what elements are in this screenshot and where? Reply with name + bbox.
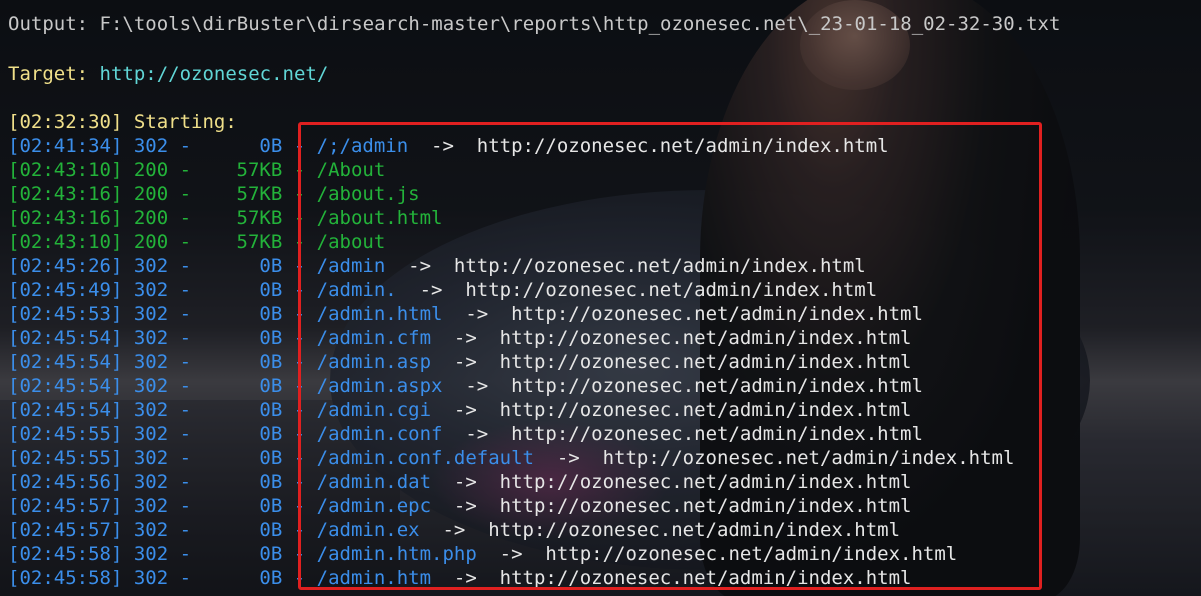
row-sep: - [168, 183, 203, 205]
row-time: [02:43:16] [8, 207, 123, 229]
row-status: 200 [133, 159, 169, 181]
row-sep: - [168, 303, 203, 325]
row-size: 57KB [236, 159, 283, 181]
row-status: 302 [133, 303, 169, 325]
row-time: [02:43:16] [8, 183, 123, 205]
row-time: [02:43:10] [8, 231, 123, 253]
row-time: [02:45:55] [8, 423, 123, 445]
row-time: [02:45:55] [8, 447, 123, 469]
row-time: [02:43:10] [8, 159, 123, 181]
row-sep: - [168, 255, 203, 277]
row-sep: - [168, 423, 203, 445]
row-status: 302 [133, 279, 169, 301]
row-size: 0B [259, 135, 283, 157]
row-time: [02:45:56] [8, 471, 123, 493]
output-line: Output: F:\tools\dirBuster\dirsearch-mas… [8, 12, 1060, 36]
row-time: [02:45:53] [8, 303, 123, 325]
row-time: [02:45:57] [8, 519, 123, 541]
row-status: 302 [133, 495, 169, 517]
starting-time: [02:32:30] [8, 111, 123, 133]
row-sep: - [168, 543, 203, 565]
row-size: 0B [259, 327, 283, 349]
row-size: 0B [259, 423, 283, 445]
row-status: 200 [133, 207, 169, 229]
red-highlight-box [298, 122, 1042, 590]
row-sep: - [168, 447, 203, 469]
target-url: http://ozonesec.net/ [99, 63, 329, 85]
row-time: [02:45:54] [8, 375, 123, 397]
row-sep: - [168, 519, 203, 541]
row-size: 0B [259, 567, 283, 589]
target-label: Target: [8, 63, 89, 85]
row-status: 302 [133, 351, 169, 373]
row-size: 0B [259, 447, 283, 469]
row-status: 302 [133, 543, 169, 565]
row-size: 0B [259, 375, 283, 397]
row-time: [02:45:54] [8, 351, 123, 373]
row-status: 200 [133, 183, 169, 205]
row-time: [02:45:58] [8, 567, 123, 589]
row-sep: - [168, 327, 203, 349]
row-sep: - [168, 351, 203, 373]
row-time: [02:45:49] [8, 279, 123, 301]
row-time: [02:45:54] [8, 399, 123, 421]
row-size: 0B [259, 399, 283, 421]
row-sep: - [168, 375, 203, 397]
row-sep: - [168, 279, 203, 301]
starting-line: [02:32:30] Starting: [8, 110, 237, 134]
row-status: 302 [133, 423, 169, 445]
row-status: 302 [133, 447, 169, 469]
row-status: 302 [133, 255, 169, 277]
row-size: 0B [259, 279, 283, 301]
output-label: Output: [8, 13, 89, 35]
row-size: 0B [259, 495, 283, 517]
row-status: 302 [133, 375, 169, 397]
row-time: [02:41:34] [8, 135, 123, 157]
row-sep: - [168, 399, 203, 421]
row-size: 57KB [236, 231, 283, 253]
row-size: 0B [259, 519, 283, 541]
row-status: 302 [133, 471, 169, 493]
starting-text: Starting: [133, 111, 237, 133]
row-size: 57KB [236, 183, 283, 205]
row-size: 57KB [236, 207, 283, 229]
row-size: 0B [259, 351, 283, 373]
target-line: Target: http://ozonesec.net/ [8, 62, 328, 86]
row-status: 200 [133, 231, 169, 253]
row-sep: - [168, 159, 203, 181]
row-size: 0B [259, 303, 283, 325]
row-time: [02:45:58] [8, 543, 123, 565]
row-time: [02:45:54] [8, 327, 123, 349]
row-size: 0B [259, 255, 283, 277]
row-sep: - [168, 567, 203, 589]
row-sep: - [168, 471, 203, 493]
row-sep: - [168, 495, 203, 517]
row-status: 302 [133, 135, 169, 157]
row-size: 0B [259, 471, 283, 493]
row-sep: - [168, 207, 203, 229]
row-time: [02:45:26] [8, 255, 123, 277]
row-status: 302 [133, 327, 169, 349]
row-sep: - [168, 135, 203, 157]
row-status: 302 [133, 399, 169, 421]
output-path: F:\tools\dirBuster\dirsearch-master\repo… [99, 13, 1061, 35]
row-size: 0B [259, 543, 283, 565]
row-time: [02:45:57] [8, 495, 123, 517]
row-sep: - [168, 231, 203, 253]
row-status: 302 [133, 567, 169, 589]
row-status: 302 [133, 519, 169, 541]
